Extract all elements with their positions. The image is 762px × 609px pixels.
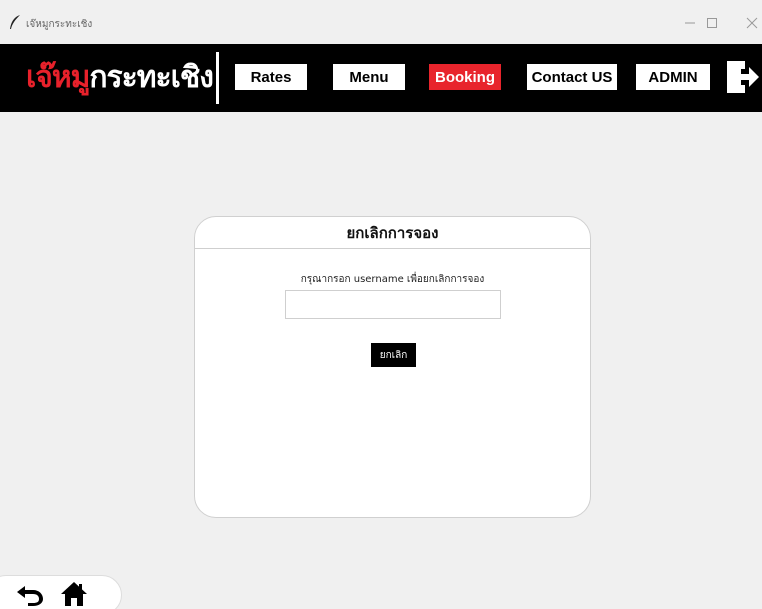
window-titlebar: เจ๊หมูกระทะเชิง xyxy=(0,0,762,44)
nav-menu-button[interactable]: Menu xyxy=(333,64,405,90)
feather-icon xyxy=(10,15,20,29)
top-navbar: เจ๊หมู กระทะเชิง Rates Menu Booking Conta… xyxy=(0,44,762,112)
logo-white-text: กระทะเชิง xyxy=(89,60,214,95)
close-icon xyxy=(746,17,758,29)
window-title: เจ๊หมูกระทะเชิง xyxy=(26,19,93,30)
nav-divider xyxy=(216,52,219,104)
maximize-button[interactable] xyxy=(698,12,726,34)
brand-logo[interactable]: เจ๊หมู กระทะเชิง xyxy=(26,58,214,98)
cancel-booking-button[interactable]: ยกเลิก xyxy=(371,343,416,367)
maximize-icon xyxy=(707,18,717,28)
username-label: กรุณากรอก username เพื่อยกเลิกการจอง xyxy=(300,274,485,285)
cancel-booking-card: ยกเลิกการจอง กรุณากรอก username เพื่อยกเ… xyxy=(194,216,591,518)
home-icon[interactable] xyxy=(60,581,88,607)
card-title: ยกเลิกการจอง xyxy=(346,223,439,242)
close-button[interactable] xyxy=(738,12,762,34)
nav-booking-button[interactable]: Booking xyxy=(429,64,501,90)
logo-red-text: เจ๊หมู xyxy=(26,60,90,95)
minimize-icon xyxy=(685,22,695,24)
back-arrow-icon[interactable] xyxy=(16,584,44,606)
logout-icon[interactable] xyxy=(726,59,760,95)
card-header: ยกเลิกการจอง xyxy=(195,217,590,249)
username-input[interactable] xyxy=(285,290,501,319)
nav-admin-button[interactable]: ADMIN xyxy=(636,64,710,90)
nav-rates-button[interactable]: Rates xyxy=(235,64,307,90)
nav-contact-button[interactable]: Contact US xyxy=(527,64,617,90)
